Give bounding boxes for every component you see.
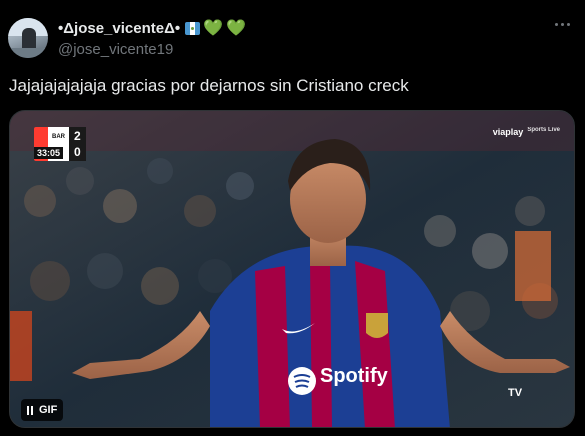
avatar[interactable] [8, 18, 48, 58]
gif-badge: GIF [21, 399, 64, 421]
broadcaster-logo: viaplay Sports Live [493, 127, 560, 137]
guatemala-flag-icon [185, 22, 201, 35]
score-home: 2 [74, 129, 81, 143]
team-home: BAR [52, 134, 65, 140]
tweet-card: •Δjose_vicenteΔ• 💚 💚 @jose_vicente19 Jaj… [0, 0, 585, 436]
green-heart-emoji: 💚 [226, 20, 246, 37]
match-clock: 33:05 [34, 147, 64, 159]
gif-media[interactable]: BAR NT 2 0 33:05 viaplay Sports Live Spo… [9, 110, 575, 428]
score-away: 0 [74, 145, 81, 159]
tweet-text: Jajajajajajaja gracias por dejarnos sin … [9, 76, 409, 95]
green-heart-emoji: 💚 [203, 20, 224, 37]
broadcaster-sub: Sports Live [527, 127, 560, 133]
shirt-sponsor: Spotify [320, 365, 388, 387]
author-handle[interactable]: @jose_vicente19 [58, 41, 173, 58]
more-options-icon[interactable] [550, 14, 574, 34]
gif-label: GIF [39, 404, 58, 416]
display-name[interactable]: •Δjose_vicenteΔ• [58, 20, 180, 37]
gif-frame-image [10, 111, 574, 427]
tv-logo: TV [508, 387, 523, 399]
pause-icon[interactable] [27, 405, 33, 415]
author-name-row: •Δjose_vicenteΔ• 💚 💚 [58, 20, 246, 37]
broadcaster-name: viaplay [492, 127, 524, 137]
